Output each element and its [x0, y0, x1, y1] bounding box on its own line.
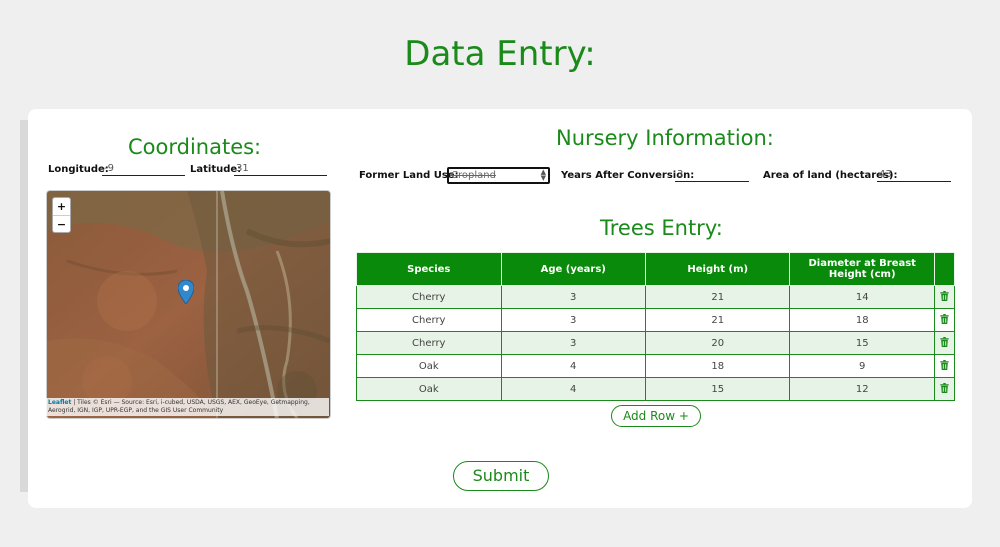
species-cell[interactable]: Oak — [356, 377, 502, 401]
trees-title: Trees Entry: — [600, 216, 723, 240]
height-cell[interactable]: 21 — [644, 308, 791, 332]
age-cell[interactable]: 4 — [500, 354, 646, 378]
page-title: Data Entry: — [404, 34, 596, 74]
zoom-in-button[interactable]: + — [53, 198, 70, 216]
age-cell[interactable]: 3 — [500, 331, 646, 355]
nursery-title: Nursery Information: — [556, 126, 774, 150]
delete-row-button[interactable] — [934, 308, 955, 332]
select-arrows-icon: ▲ ▼ — [540, 168, 546, 182]
trash-icon — [940, 359, 949, 370]
height-cell[interactable]: 21 — [644, 285, 791, 309]
species-cell[interactable]: Cherry — [356, 285, 502, 309]
trees-table: Species Age (years) Height (m) Diameter … — [356, 252, 955, 401]
map-attribution: Leaflet | Tiles © Esri — Source: Esri, i… — [46, 398, 329, 416]
former-land-use-select[interactable]: Cropland ▲ ▼ — [447, 167, 550, 184]
former-land-use-value: Cropland — [451, 170, 496, 181]
area-input[interactable]: 43 — [877, 169, 951, 182]
map-zoom-control: + − — [52, 197, 71, 233]
add-row-button[interactable]: Add Row + — [611, 405, 701, 427]
coordinates-title: Coordinates: — [128, 135, 262, 159]
delete-row-button[interactable] — [934, 377, 955, 401]
longitude-input[interactable]: -9 — [102, 163, 185, 176]
age-cell[interactable]: 3 — [500, 308, 646, 332]
satellite-map[interactable] — [46, 190, 331, 419]
header-species: Species — [356, 252, 502, 286]
height-cell[interactable]: 15 — [644, 377, 791, 401]
diameter-cell[interactable]: 12 — [789, 377, 935, 401]
table-row: Oak 4 15 12 — [356, 377, 955, 401]
former-land-use-label: Former Land Use: — [359, 170, 459, 181]
table-row: Cherry 3 20 15 — [356, 331, 955, 355]
diameter-cell[interactable]: 9 — [789, 354, 935, 378]
location-marker-icon[interactable] — [178, 280, 194, 304]
latitude-input[interactable]: 31 — [234, 163, 327, 176]
trash-icon — [940, 336, 949, 347]
trash-icon — [940, 290, 949, 301]
species-cell[interactable]: Oak — [356, 354, 502, 378]
delete-row-button[interactable] — [934, 285, 955, 309]
trash-icon — [940, 382, 949, 393]
table-row: Oak 4 18 9 — [356, 354, 955, 378]
header-height: Height (m) — [644, 252, 791, 286]
diameter-cell[interactable]: 14 — [789, 285, 935, 309]
diameter-cell[interactable]: 15 — [789, 331, 935, 355]
height-cell[interactable]: 20 — [644, 331, 791, 355]
card-shadow — [20, 120, 28, 492]
delete-row-button[interactable] — [934, 331, 955, 355]
height-cell[interactable]: 18 — [644, 354, 791, 378]
table-row: Cherry 3 21 14 — [356, 285, 955, 309]
delete-row-button[interactable] — [934, 354, 955, 378]
diameter-cell[interactable]: 18 — [789, 308, 935, 332]
table-row: Cherry 3 21 18 — [356, 308, 955, 332]
species-cell[interactable]: Cherry — [356, 308, 502, 332]
zoom-out-button[interactable]: − — [53, 216, 70, 233]
longitude-label: Longitude: — [48, 164, 109, 175]
submit-button[interactable]: Submit — [453, 461, 549, 491]
leaflet-link[interactable]: Leaflet — [48, 399, 71, 406]
trash-icon — [940, 313, 949, 324]
map-tiles — [47, 191, 330, 418]
age-cell[interactable]: 4 — [500, 377, 646, 401]
years-input[interactable]: 3 — [675, 169, 749, 182]
header-age: Age (years) — [500, 252, 646, 286]
header-actions — [934, 252, 955, 286]
header-diameter: Diameter at Breast Height (cm) — [789, 252, 935, 286]
species-cell[interactable]: Cherry — [356, 331, 502, 355]
attribution-text: | Tiles © Esri — Source: Esri, i-cubed, … — [48, 399, 310, 414]
age-cell[interactable]: 3 — [500, 285, 646, 309]
